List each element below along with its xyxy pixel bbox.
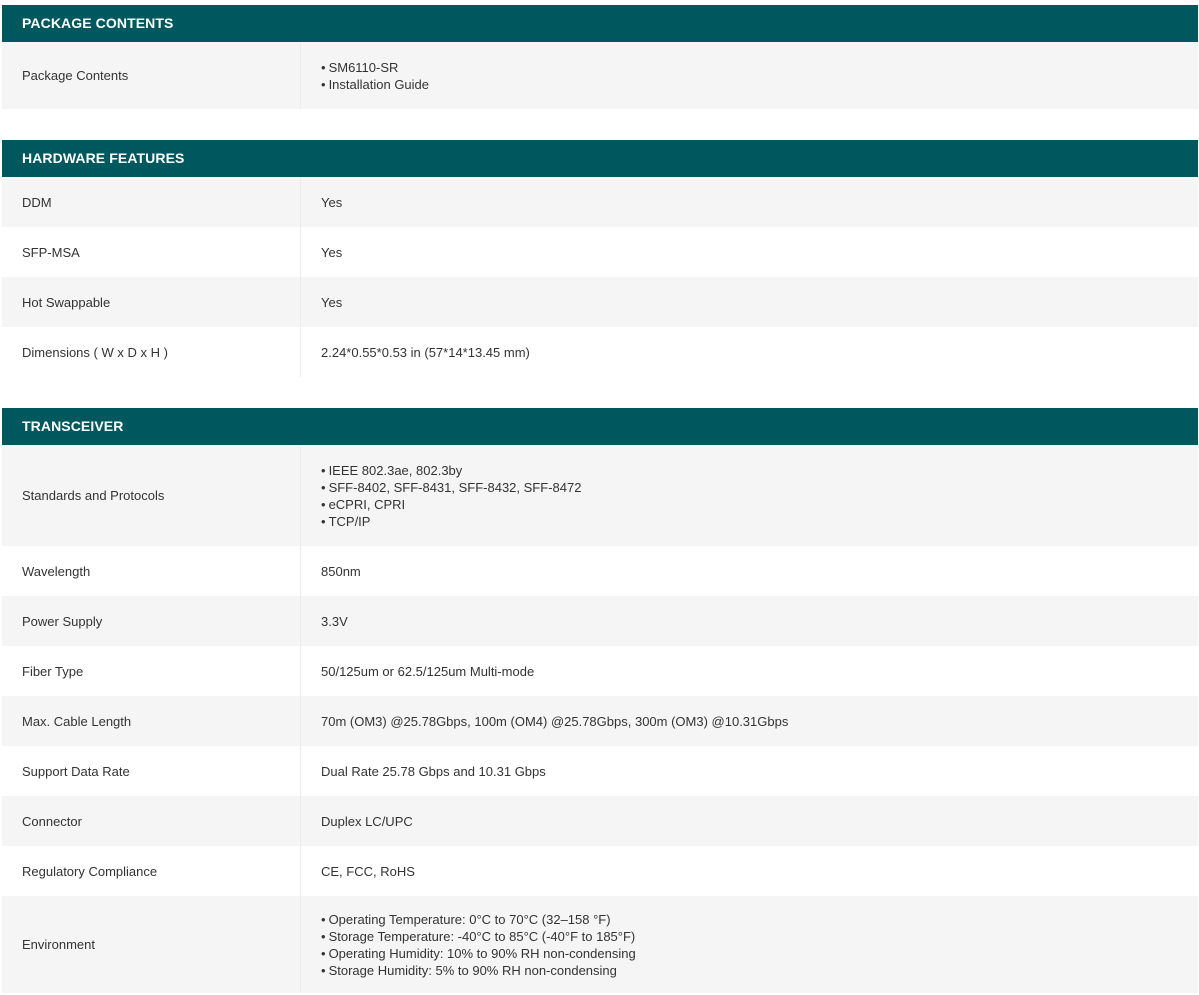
spec-row-package-contents: Package Contents SM6110-SR Installation … (2, 42, 1198, 109)
list-item: Storage Humidity: 5% to 90% RH non-conde… (321, 962, 1198, 979)
spec-row-hot-swappable: Hot Swappable Yes (2, 277, 1198, 327)
list-item: Operating Temperature: 0°C to 70°C (32–1… (321, 911, 1198, 928)
spec-row-ddm: DDM Yes (2, 177, 1198, 227)
spec-value: IEEE 802.3ae, 802.3by SFF-8402, SFF-8431… (301, 462, 1198, 530)
spec-value: Operating Temperature: 0°C to 70°C (32–1… (301, 911, 1198, 979)
spec-value: SM6110-SR Installation Guide (301, 59, 1198, 93)
list-item: eCPRI, CPRI (321, 496, 1198, 513)
spec-value-list: Operating Temperature: 0°C to 70°C (32–1… (321, 911, 1198, 979)
list-item: Installation Guide (321, 76, 1198, 93)
list-item: Storage Temperature: -40°C to 85°C (-40°… (321, 928, 1198, 945)
spec-row-connector: Connector Duplex LC/UPC (2, 796, 1198, 846)
spec-page: PACKAGE CONTENTS Package Contents SM6110… (0, 0, 1199, 995)
list-item: IEEE 802.3ae, 802.3by (321, 462, 1198, 479)
spec-value: 2.24*0.55*0.53 in (57*14*13.45 mm) (321, 344, 530, 360)
spec-value: Dual Rate 25.78 Gbps and 10.31 Gbps (321, 763, 546, 779)
spec-value: Yes (321, 294, 343, 310)
spec-label: SFP-MSA (22, 244, 80, 260)
section-title: HARDWARE FEATURES (2, 140, 1198, 177)
section-hardware-features: HARDWARE FEATURES DDM Yes SFP-MSA Yes Ho… (2, 140, 1198, 377)
spec-value: Yes (321, 244, 343, 260)
section-title: PACKAGE CONTENTS (2, 5, 1198, 42)
spec-label: Power Supply (22, 613, 103, 629)
spec-row-environment: Environment Operating Temperature: 0°C t… (2, 896, 1198, 993)
section-package-contents: PACKAGE CONTENTS Package Contents SM6110… (2, 5, 1198, 109)
spec-label: Wavelength (22, 563, 91, 579)
spec-value: 3.3V (321, 613, 348, 629)
spec-label: Package Contents (22, 68, 129, 83)
spec-value-list: SM6110-SR Installation Guide (321, 59, 1198, 93)
spec-row-standards: Standards and Protocols IEEE 802.3ae, 80… (2, 445, 1198, 546)
spec-label: Support Data Rate (22, 763, 130, 779)
spec-label: Connector (22, 813, 82, 829)
section-title: TRANSCEIVER (2, 408, 1198, 445)
spec-value: 50/125um or 62.5/125um Multi-mode (321, 663, 535, 679)
list-item: SFF-8402, SFF-8431, SFF-8432, SFF-8472 (321, 479, 1198, 496)
list-item: TCP/IP (321, 513, 1198, 530)
spec-label: Max. Cable Length (22, 713, 132, 729)
spec-row-power-supply: Power Supply 3.3V (2, 596, 1198, 646)
spec-row-max-cable-length: Max. Cable Length 70m (OM3) @25.78Gbps, … (2, 696, 1198, 746)
spec-row-data-rate: Support Data Rate Dual Rate 25.78 Gbps a… (2, 746, 1198, 796)
spec-label: Fiber Type (22, 663, 84, 679)
spec-label: DDM (22, 194, 52, 210)
spec-value: 70m (OM3) @25.78Gbps, 100m (OM4) @25.78G… (321, 713, 789, 729)
spec-value-list: IEEE 802.3ae, 802.3by SFF-8402, SFF-8431… (321, 462, 1198, 530)
spec-row-wavelength: Wavelength 850nm (2, 546, 1198, 596)
spec-value: Duplex LC/UPC (321, 813, 413, 829)
spec-row-regulatory: Regulatory Compliance CE, FCC, RoHS (2, 846, 1198, 896)
spec-label: Standards and Protocols (22, 488, 165, 503)
spec-label: Environment (22, 937, 95, 952)
spec-label: Dimensions ( W x D x H ) (22, 344, 168, 360)
spec-row-sfp-msa: SFP-MSA Yes (2, 227, 1198, 277)
list-item: Operating Humidity: 10% to 90% RH non-co… (321, 945, 1198, 962)
spec-label: Hot Swappable (22, 294, 111, 310)
spec-row-dimensions: Dimensions ( W x D x H ) 2.24*0.55*0.53 … (2, 327, 1198, 377)
spec-value: Yes (321, 194, 343, 210)
spec-label: Regulatory Compliance (22, 863, 158, 879)
list-item: SM6110-SR (321, 59, 1198, 76)
spec-value: 850nm (321, 563, 361, 579)
spec-row-fiber-type: Fiber Type 50/125um or 62.5/125um Multi-… (2, 646, 1198, 696)
section-transceiver: TRANSCEIVER Standards and Protocols IEEE… (2, 408, 1198, 993)
spec-value: CE, FCC, RoHS (321, 863, 415, 879)
